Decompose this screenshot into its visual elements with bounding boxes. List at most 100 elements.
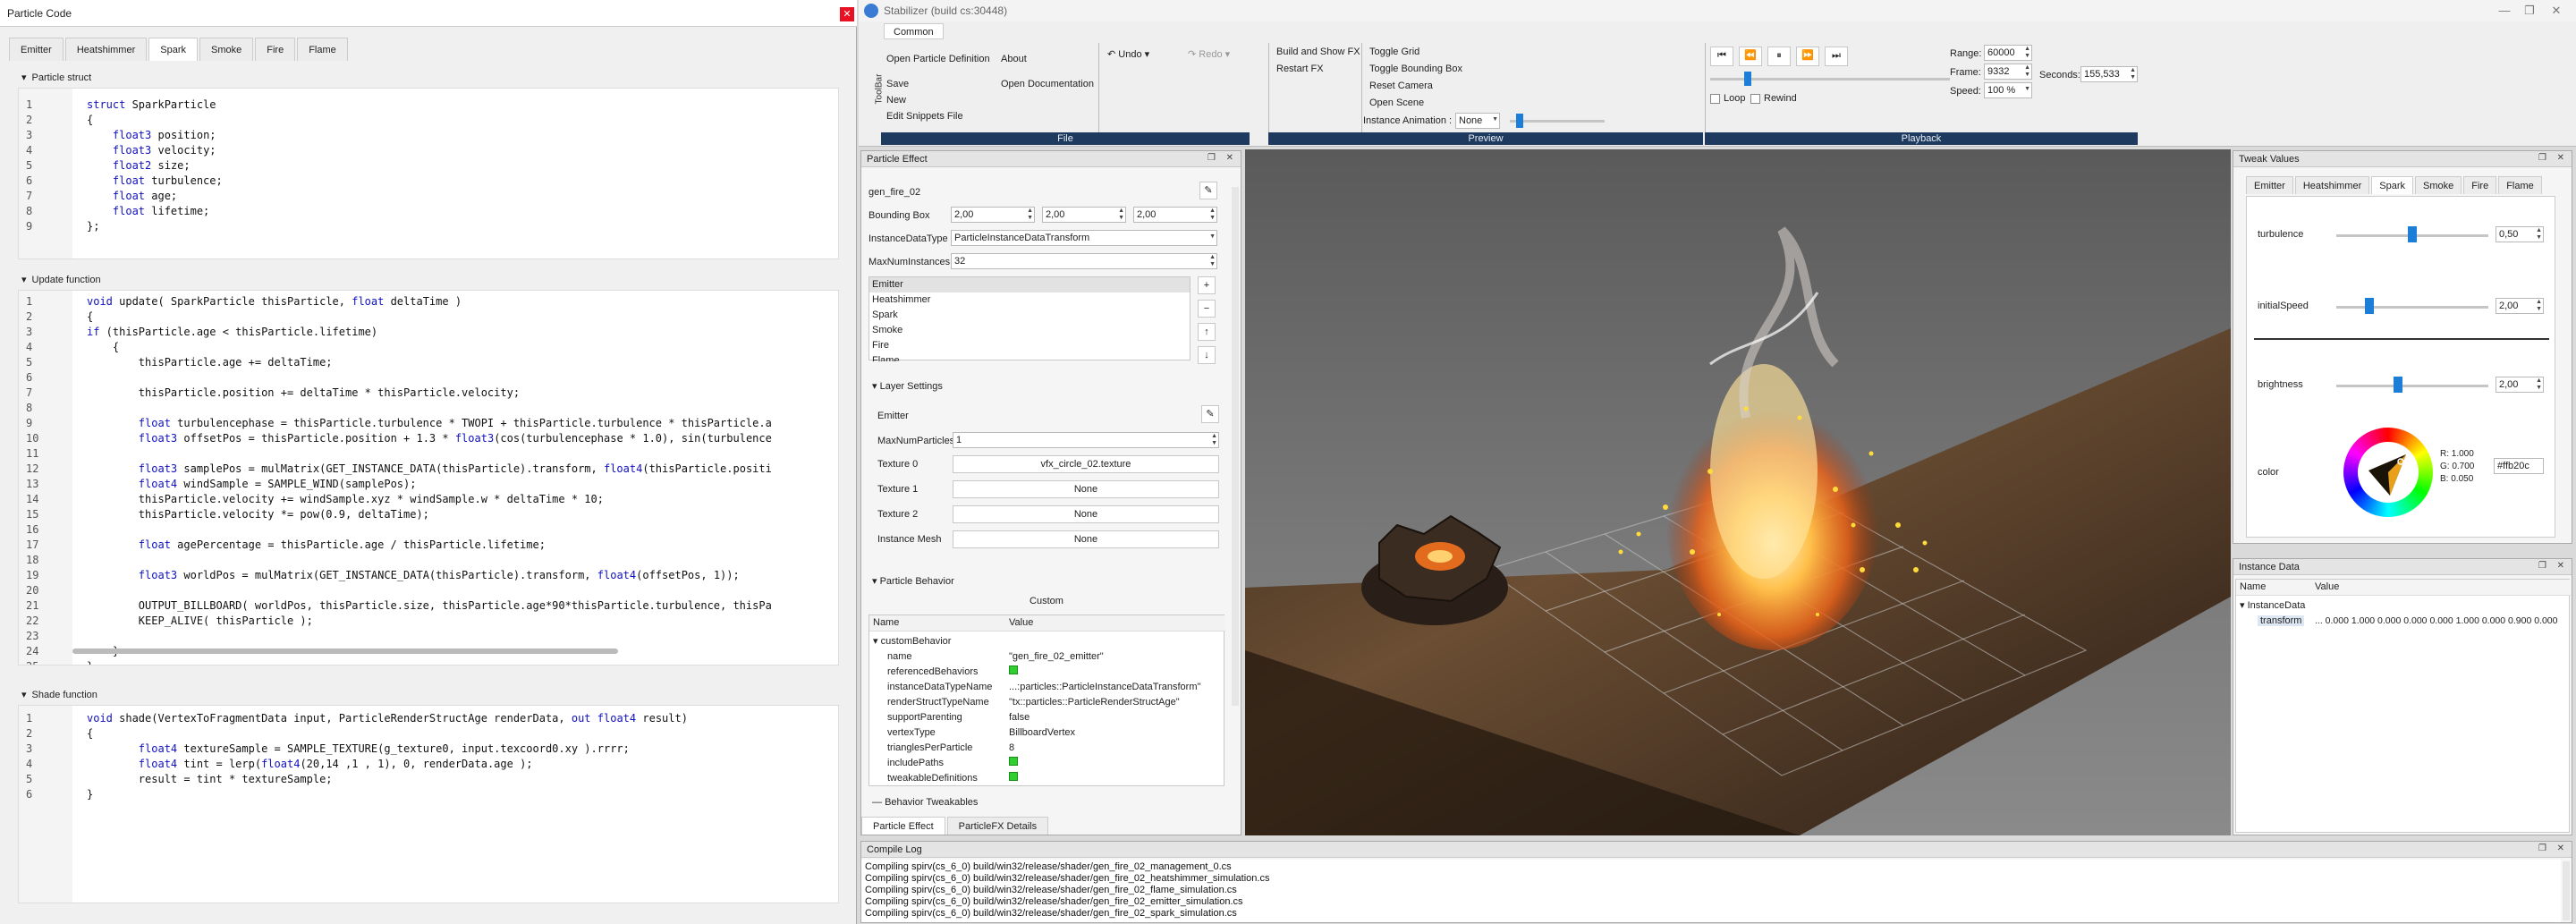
code-editor-struct[interactable]: 1 struct SparkParticle 2 {3 float3 position… (18, 88, 839, 259)
undo-button[interactable]: ↶ Undo ▾ (1107, 48, 1149, 60)
move-up-icon[interactable]: ↑ (1198, 323, 1216, 341)
remove-icon[interactable]: − (1198, 300, 1216, 318)
speed-select[interactable]: 100 % ▼ (1984, 82, 2032, 98)
tab-spark[interactable]: Spark (2371, 176, 2413, 194)
instance-animation-slider-track[interactable] (1510, 120, 1605, 123)
horizontal-scrollbar[interactable] (72, 648, 618, 654)
add-icon[interactable]: + (1198, 276, 1216, 294)
edit-icon[interactable]: ✎ (1199, 182, 1217, 199)
float-panel-icon[interactable]: ❐ (2538, 561, 2546, 571)
code-editor-update[interactable]: 1 void update( SparkParticle thisParticle… (18, 290, 839, 665)
behavior-tweakables-header[interactable]: — Behavior Tweakables (872, 797, 978, 808)
turbulence-slider-thumb[interactable] (2408, 226, 2417, 242)
table-row[interactable]: ▾ customBehavior (869, 633, 1224, 648)
table-row[interactable]: trianglesPerParticle 8 (869, 740, 1224, 755)
table-row[interactable]: instanceDataTypeName ...:particles::Parti… (869, 679, 1224, 694)
tab-heatshimmer[interactable]: Heatshimmer (2294, 176, 2370, 194)
reset-camera-button[interactable]: Reset Camera (1369, 81, 1433, 91)
instance-animation-select[interactable]: None ▼ (1455, 113, 1500, 129)
close-icon[interactable]: ✕ (2538, 2, 2574, 20)
tree-node-instancedata[interactable]: ▾ InstanceData (2240, 599, 2305, 611)
tab-particlefx-details[interactable]: ParticleFX Details (946, 817, 1049, 835)
brightness-input[interactable]: 2,00 ▲ ▼ (2496, 377, 2544, 393)
tab-fire[interactable]: Fire (255, 38, 296, 61)
skip-end-icon[interactable]: ⏭ (1825, 47, 1848, 66)
section-header-particle-struct[interactable]: ▾ Particle struct (21, 72, 91, 84)
particle-behavior-header[interactable]: ▾ Particle Behavior (872, 575, 954, 587)
close-icon[interactable]: ✕ (1226, 153, 1233, 163)
texture-0-button[interactable]: vfx_circle_02.texture (953, 455, 1219, 473)
brightness-slider-thumb[interactable] (2394, 377, 2402, 393)
tab-particle-effect[interactable]: Particle Effect (861, 817, 945, 835)
toggle-bounding-box-button[interactable]: Toggle Bounding Box (1369, 64, 1462, 74)
texture-2-button[interactable]: None (953, 505, 1219, 523)
color-hex-input[interactable]: #ffb20c (2494, 458, 2544, 474)
checkbox-icon[interactable] (1009, 665, 1018, 674)
brightness-slider-track[interactable] (2336, 385, 2488, 387)
edit-icon[interactable]: ✎ (1201, 405, 1219, 423)
tab-emitter[interactable]: Emitter (2246, 176, 2293, 194)
close-icon[interactable]: ✕ (840, 7, 854, 21)
code-editor-shade[interactable]: 1 void shade(VertexToFragmentData input, … (18, 705, 839, 903)
table-row[interactable]: referencedBehaviors (869, 664, 1224, 679)
close-icon[interactable]: ✕ (2557, 843, 2564, 853)
edit-snippets-button[interactable]: Edit Snippets File (886, 111, 963, 122)
open-scene-button[interactable]: Open Scene (1369, 97, 1424, 108)
range-input[interactable]: 60000 ▲ ▼ (1984, 45, 2032, 61)
instance-mesh-button[interactable]: None (953, 530, 1219, 548)
about-button[interactable]: About (1001, 54, 1027, 64)
initial-speed-slider-track[interactable] (2336, 306, 2488, 309)
tab-fire[interactable]: Fire (2463, 176, 2497, 194)
scene-viewport[interactable] (1245, 149, 2231, 835)
instance-animation-slider-thumb[interactable] (1516, 114, 1523, 128)
table-row[interactable]: name "gen_fire_02_emitter" (869, 648, 1224, 664)
tab-flame[interactable]: Flame (297, 38, 348, 61)
build-show-fx-button[interactable]: Build and Show FX (1276, 47, 1360, 57)
step-back-icon[interactable]: ⏪ (1739, 47, 1762, 66)
checkbox-icon[interactable] (1009, 772, 1018, 781)
custom-behavior-select[interactable]: Custom (869, 593, 1224, 611)
ribbon-tab-common[interactable]: Common (884, 23, 944, 39)
step-forward-icon[interactable]: ⏩ (1796, 47, 1819, 66)
compile-log-text[interactable]: Compiling spirv(cs_6_0) build/win32/rele… (861, 860, 2561, 922)
move-down-icon[interactable]: ↓ (1198, 346, 1216, 364)
section-header-shade-function[interactable]: ▾ Shade function (21, 689, 97, 701)
new-button[interactable]: New (886, 95, 906, 106)
table-row[interactable]: vertexType BillboardVertex (869, 725, 1224, 740)
restart-fx-button[interactable]: Restart FX (1276, 64, 1324, 74)
table-row[interactable]: includePaths (869, 755, 1224, 770)
pause-icon[interactable]: ⏸ (1767, 47, 1791, 66)
timeline-thumb[interactable] (1744, 72, 1751, 86)
bounding-box-y[interactable]: 2,00 ▲ ▼ (1042, 207, 1126, 223)
list-item[interactable]: Heatshimmer (869, 292, 1190, 308)
float-panel-icon[interactable]: ❐ (2538, 843, 2546, 853)
loop-checkbox[interactable]: Loop (1710, 93, 1745, 104)
list-item[interactable]: Flame (869, 353, 1190, 361)
seconds-input[interactable]: 155,533 ▲ ▼ (2080, 66, 2138, 82)
list-item[interactable]: Spark (869, 308, 1190, 323)
texture-1-button[interactable]: None (953, 480, 1219, 498)
section-header-update-function[interactable]: ▾ Update function (21, 274, 101, 286)
list-item[interactable]: Smoke (869, 323, 1190, 338)
toggle-grid-button[interactable]: Toggle Grid (1369, 47, 1419, 57)
table-row[interactable]: tweakableDefinitions (869, 770, 1224, 785)
float-panel-icon[interactable]: ❐ (2538, 153, 2546, 163)
save-button[interactable]: Save (886, 79, 909, 89)
bounding-box-x[interactable]: 2,00 ▲ ▼ (951, 207, 1035, 223)
tree-row-transform-name[interactable]: transform (2258, 615, 2305, 626)
instance-data-type-select[interactable]: ParticleInstanceDataTransform ▼ (951, 230, 1217, 246)
skip-start-icon[interactable]: ⏮ (1710, 47, 1733, 66)
vertical-scrollbar[interactable] (2563, 861, 2570, 920)
float-panel-icon[interactable]: ❐ (1208, 153, 1216, 163)
color-triangle[interactable] (2363, 445, 2413, 499)
close-icon[interactable]: ✕ (2557, 561, 2564, 571)
bounding-box-z[interactable]: 2,00 ▲ ▼ (1133, 207, 1217, 223)
rewind-checkbox[interactable]: Rewind (1750, 93, 1797, 104)
max-num-particles-input[interactable]: 1 ▲ ▼ (953, 432, 1219, 448)
tab-spark[interactable]: Spark (148, 38, 198, 61)
tab-flame[interactable]: Flame (2498, 176, 2542, 194)
tab-smoke[interactable]: Smoke (2415, 176, 2462, 194)
tab-emitter[interactable]: Emitter (9, 38, 64, 61)
redo-button[interactable]: ↷ Redo ▾ (1188, 48, 1230, 60)
table-row[interactable]: renderStructTypeName "tx::particles::Part… (869, 694, 1224, 709)
